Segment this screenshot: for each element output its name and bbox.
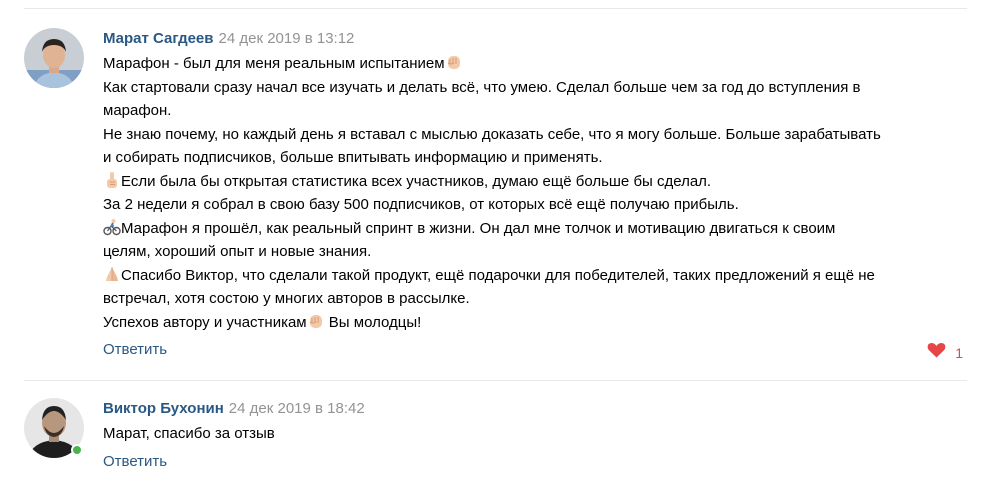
- text-line: встречал, хотя состою у многих авторов в…: [103, 290, 470, 307]
- like-count: 1: [955, 344, 963, 361]
- comment-text: Марафон - был для меня реальным испытани…: [103, 52, 967, 334]
- text-line: целям, хороший опыт и новые знания.: [103, 243, 372, 260]
- comment-divider: [24, 380, 967, 381]
- text-line: Если была бы открытая статистика всех уч…: [121, 172, 712, 190]
- text-line: и собирать подписчиков, больше впитывать…: [103, 149, 603, 166]
- raised-fist-emoji: [307, 312, 325, 330]
- reply-button[interactable]: Ответить: [103, 340, 167, 360]
- folded-hands-emoji: [103, 265, 121, 283]
- cyclist-emoji: [103, 218, 121, 236]
- avatar[interactable]: [24, 28, 84, 88]
- raised-fist-emoji: [445, 53, 463, 71]
- comment-date[interactable]: 24 дек 2019 в 18:42: [229, 400, 365, 417]
- text-line: Успехов автору и участникам: [103, 313, 307, 331]
- reply-button[interactable]: Ответить: [103, 452, 167, 472]
- heart-icon: [927, 342, 946, 363]
- text-line: Как стартовали сразу начал все изучать и…: [103, 78, 861, 96]
- text-line: Марафон - был для меня реальным испытани…: [103, 55, 445, 72]
- text-line: Марафон я прошёл, как реальный спринт в …: [121, 219, 836, 237]
- author-name[interactable]: Виктор Бухонин: [103, 400, 224, 417]
- author-name[interactable]: Марат Сагдеев: [103, 30, 214, 47]
- top-divider: [24, 8, 967, 9]
- like-button[interactable]: 1: [927, 342, 963, 363]
- text-line: Вы молодцы!: [328, 313, 422, 331]
- text-line: За 2 недели я собрал в свою базу 500 под…: [103, 196, 739, 213]
- text-line: Марат, спасибо за отзыв: [103, 425, 275, 442]
- comment-text: Марат, спасибо за отзыв: [103, 422, 967, 446]
- text-line: Спасибо Виктор, что сделали такой продук…: [121, 266, 875, 284]
- online-indicator: [71, 444, 83, 456]
- comment-date[interactable]: 24 дек 2019 в 13:12: [219, 30, 355, 47]
- index-pointing-up-emoji: [103, 171, 121, 189]
- text-line: марафон.: [103, 102, 172, 119]
- text-line: Не знаю почему, но каждый день я вставал…: [103, 125, 881, 143]
